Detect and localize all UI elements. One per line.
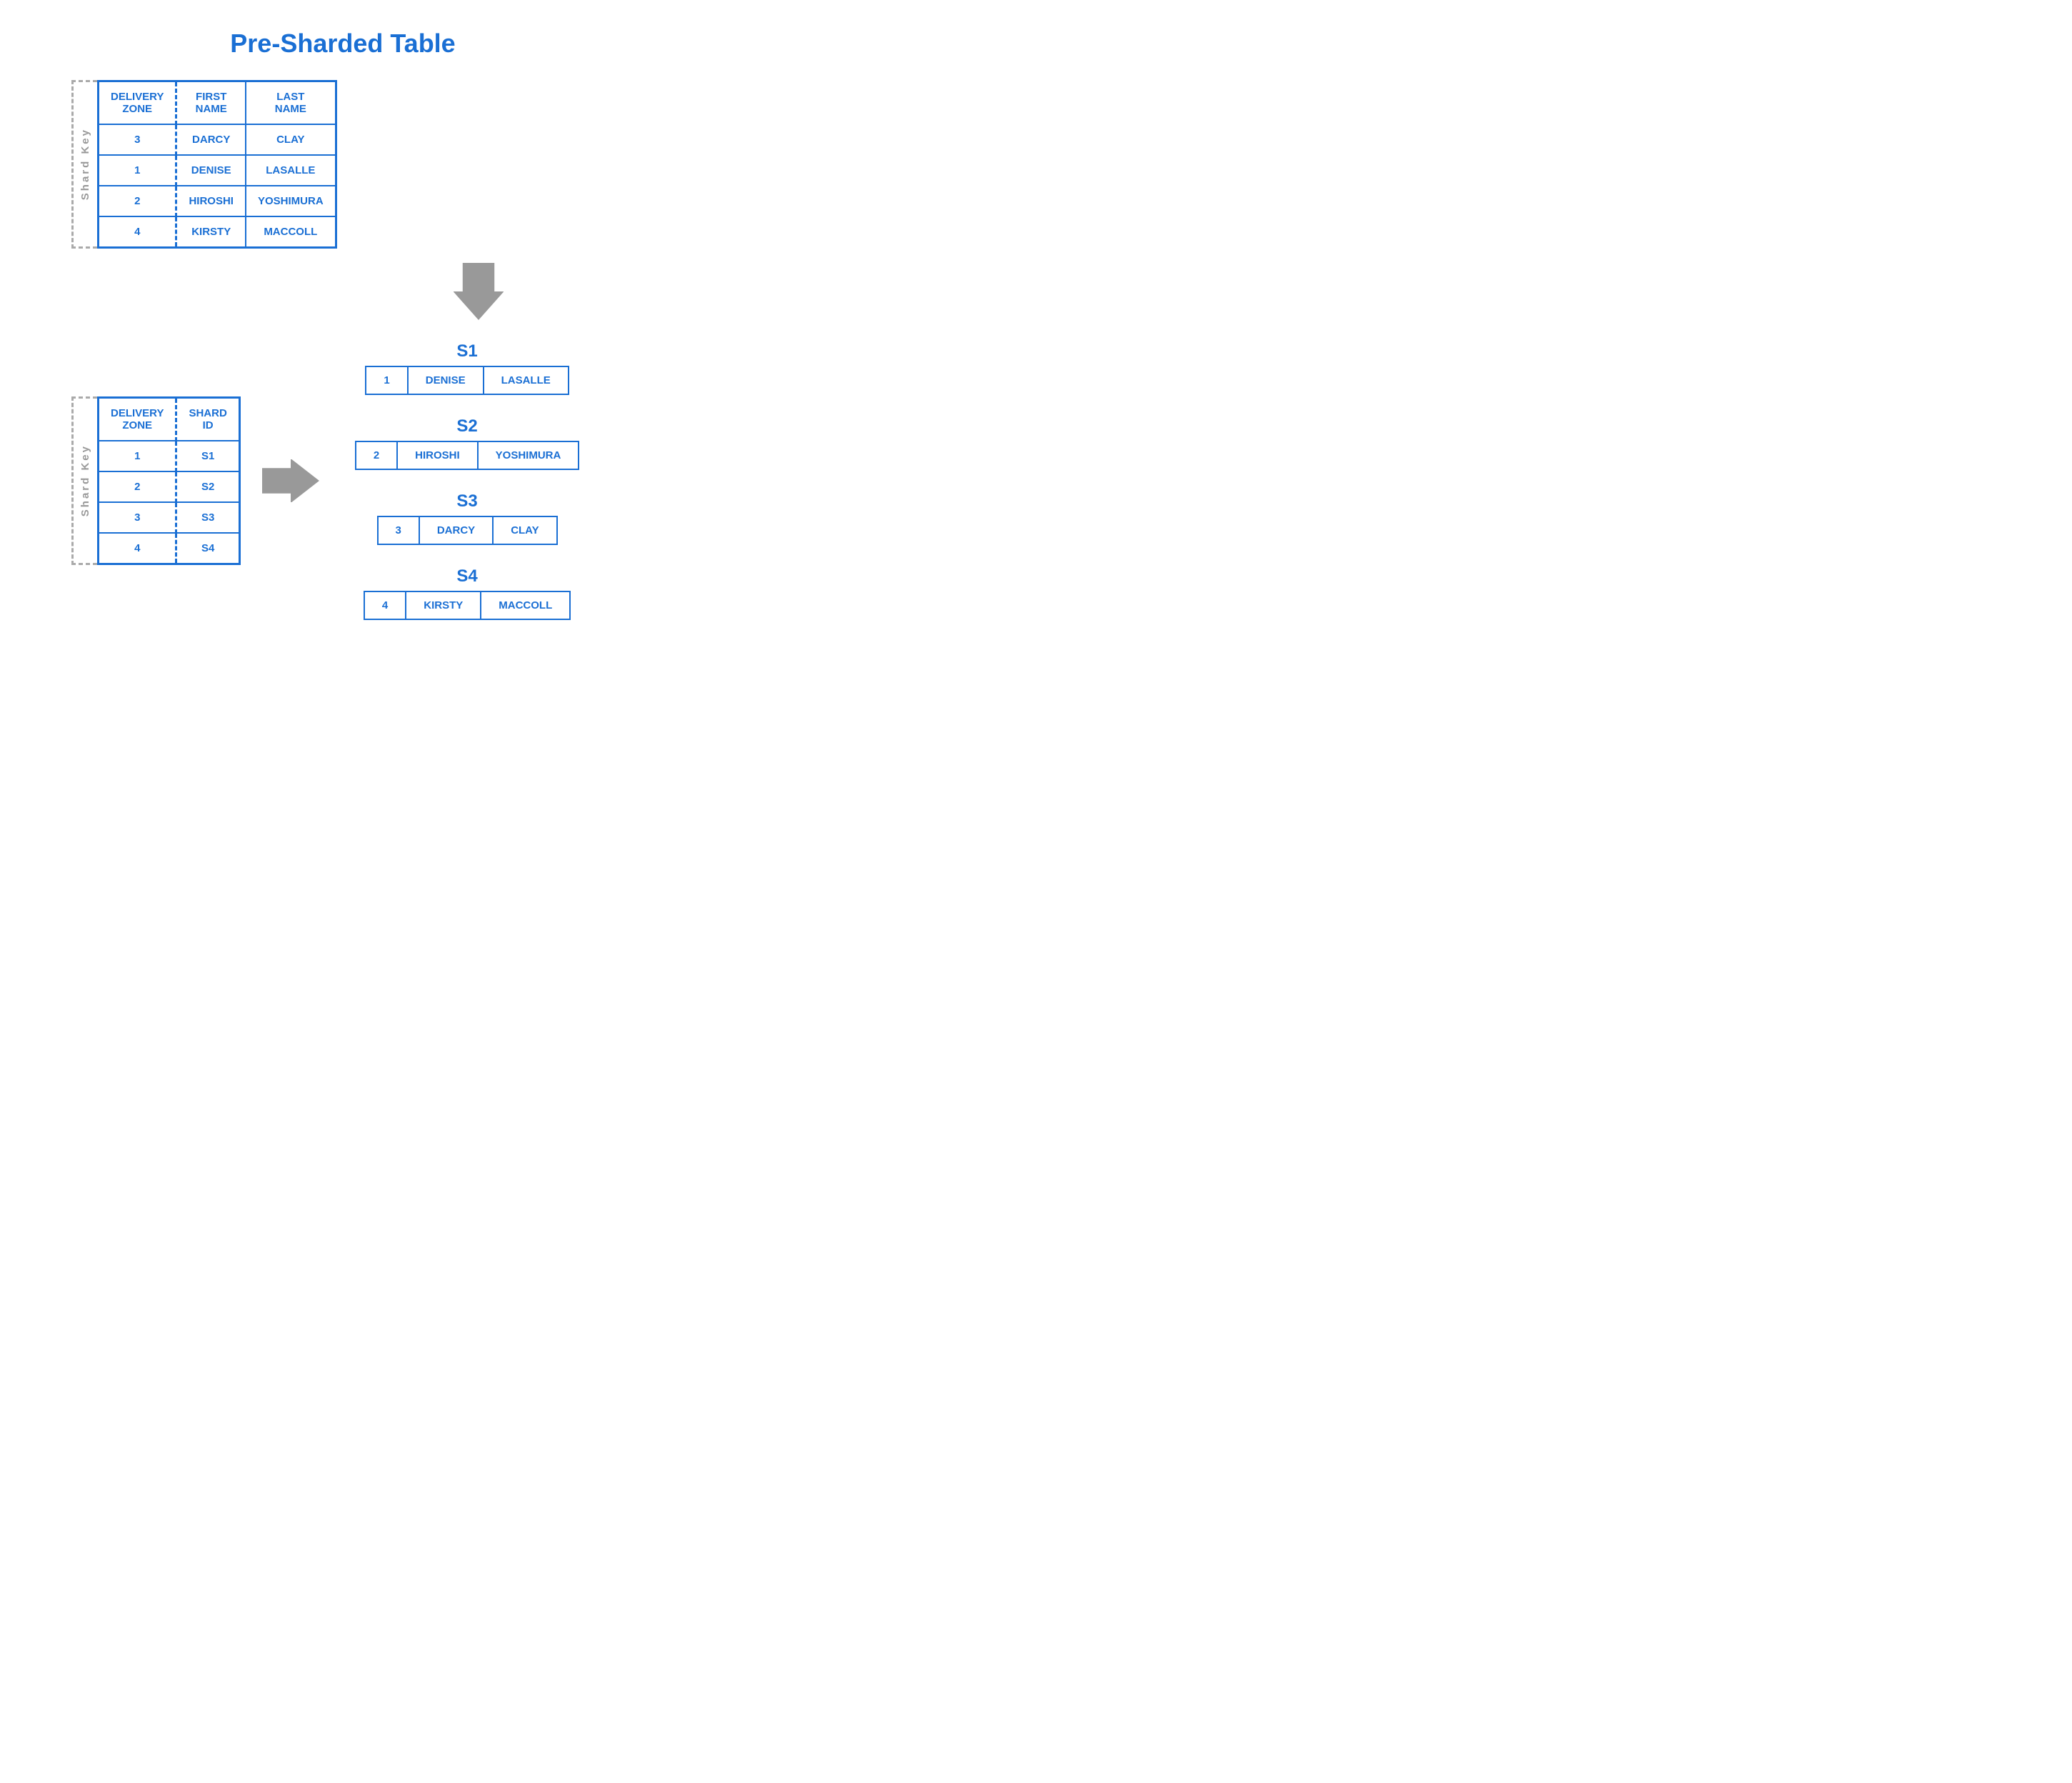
shard-title: S4 (456, 566, 477, 586)
shard-title: S2 (456, 416, 477, 436)
shard-key-label-top: Shard Key (79, 128, 91, 200)
col-delivery-zone-2: DELIVERYZONE (99, 398, 176, 441)
shard-group: S2 2HIROSHIYOSHIMURA (355, 416, 580, 470)
table-row: 2HIROSHIYOSHIMURA (99, 186, 336, 216)
shard-cell: MACCOLL (481, 592, 569, 619)
col-last-name: LASTNAME (246, 81, 336, 125)
shard-cell: DENISE (409, 367, 484, 394)
cell-zone: 2 (99, 186, 176, 216)
cell-zone: 1 (99, 441, 176, 471)
table-row: 1S1 (99, 441, 240, 471)
shard-cell: YOSHIMURA (479, 442, 579, 469)
col-delivery-zone: DELIVERYZONE (99, 81, 176, 125)
shard-title: S1 (456, 341, 477, 361)
arrow-down (157, 263, 800, 320)
shard-row: 2HIROSHIYOSHIMURA (355, 441, 580, 470)
shard-cell: DARCY (420, 517, 494, 544)
table-row: 4S4 (99, 533, 240, 564)
shard-group: S4 4KIRSTYMACCOLL (355, 566, 580, 620)
shard-row: 4KIRSTYMACCOLL (364, 591, 571, 620)
shard-cell: 1 (366, 367, 408, 394)
table-row: 3S3 (99, 502, 240, 533)
col-shard-id: SHARDID (176, 398, 239, 441)
shard-cell: 3 (379, 517, 420, 544)
shard-cell: 4 (365, 592, 406, 619)
shard-group: S3 3DARCYCLAY (355, 491, 580, 545)
shard-mapping-table: DELIVERYZONE SHARDID 1S12S23S34S4 (97, 396, 241, 565)
cell-firstname: DENISE (176, 155, 246, 186)
page-title: Pre-Sharded Table (0, 29, 800, 59)
pre-sharded-table: DELIVERYZONE FIRSTNAME LASTNAME 3DARCYCL… (97, 80, 337, 249)
cell-shardid: S3 (176, 502, 239, 533)
shard-cell: CLAY (494, 517, 556, 544)
shard-title: S3 (456, 491, 477, 511)
table-row: 1DENISELASALLE (99, 155, 336, 186)
cell-zone: 2 (99, 471, 176, 502)
cell-lastname: CLAY (246, 124, 336, 155)
shard-key-label-bottom: Shard Key (79, 444, 91, 516)
shard-cell: LASALLE (484, 367, 568, 394)
cell-lastname: YOSHIMURA (246, 186, 336, 216)
table-row: 3DARCYCLAY (99, 124, 336, 155)
shard-group: S1 1DENISELASALLE (355, 341, 580, 395)
table-row: 4KIRSTYMACCOLL (99, 216, 336, 248)
cell-shardid: S4 (176, 533, 239, 564)
arrow-right (262, 459, 319, 502)
cell-zone: 3 (99, 502, 176, 533)
shards-section: S1 1DENISELASALLE S2 2HIROSHIYOSHIMURA S3 3DA… (355, 341, 580, 620)
cell-firstname: KIRSTY (176, 216, 246, 248)
cell-zone: 4 (99, 216, 176, 248)
cell-lastname: MACCOLL (246, 216, 336, 248)
shard-cell: KIRSTY (406, 592, 481, 619)
cell-lastname: LASALLE (246, 155, 336, 186)
cell-firstname: DARCY (176, 124, 246, 155)
cell-zone: 4 (99, 533, 176, 564)
cell-shardid: S2 (176, 471, 239, 502)
cell-zone: 3 (99, 124, 176, 155)
shard-row: 3DARCYCLAY (377, 516, 558, 545)
cell-zone: 1 (99, 155, 176, 186)
shard-cell: HIROSHI (398, 442, 479, 469)
table-row: 2S2 (99, 471, 240, 502)
shard-row: 1DENISELASALLE (365, 366, 569, 395)
shard-cell: 2 (356, 442, 398, 469)
cell-firstname: HIROSHI (176, 186, 246, 216)
cell-shardid: S1 (176, 441, 239, 471)
col-first-name: FIRSTNAME (176, 81, 246, 125)
